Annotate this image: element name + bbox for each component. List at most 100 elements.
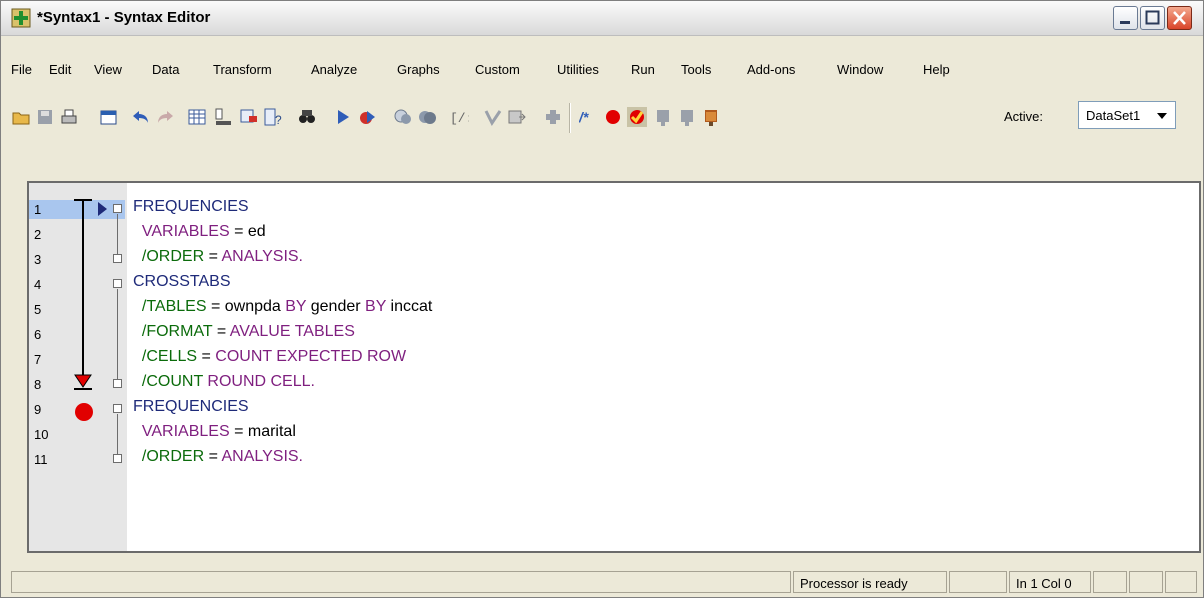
goto-variable-icon[interactable] (213, 107, 233, 127)
menu-run[interactable]: Run (631, 62, 655, 77)
cursor-position-cell: In 1 Col 0 (1009, 571, 1091, 593)
open-icon[interactable] (11, 107, 31, 127)
fold-toggle-icon[interactable] (113, 204, 122, 213)
code-token: ANALYSIS. (221, 248, 303, 265)
fold-guide (117, 414, 118, 454)
minimize-button[interactable] (1113, 6, 1138, 30)
code-line[interactable]: VARIABLES = ed (133, 223, 266, 241)
active-dataset-select[interactable]: DataSet1 (1078, 101, 1176, 129)
app-icon (11, 8, 31, 28)
breakpoint-icon[interactable] (603, 107, 623, 127)
chevron-down-icon[interactable] (1157, 113, 1167, 119)
toolbar-separator (569, 103, 571, 133)
line-number: 9 (34, 402, 42, 417)
add-icon[interactable] (543, 107, 563, 127)
line-number: 1 (34, 202, 42, 217)
close-button[interactable] (1167, 6, 1192, 30)
code-token: ROUND CELL. (207, 373, 315, 390)
run-selection-icon[interactable] (333, 107, 353, 127)
dialog-recall-icon[interactable] (99, 107, 119, 127)
menu-add-ons[interactable]: Add-ons (747, 62, 795, 77)
code-line[interactable]: FREQUENCIES (133, 198, 249, 216)
line-number: 10 (34, 427, 49, 442)
menu-file[interactable]: File (11, 62, 32, 77)
code-token: FREQUENCIES (133, 198, 249, 215)
code-line[interactable]: /FORMAT = AVALUE TABLES (133, 323, 355, 341)
step-over-icon[interactable] (677, 107, 697, 127)
processor-status: Processor is ready (800, 576, 908, 591)
processor-status-cell: Processor is ready (793, 571, 947, 593)
fold-toggle-icon[interactable] (113, 279, 122, 288)
code-token: gender (306, 298, 366, 315)
indent-icon[interactable]: [/: (449, 107, 469, 127)
code-token: CROSSTABS (133, 273, 231, 290)
code-token: = (204, 448, 222, 465)
menu-graphs[interactable]: Graphs (397, 62, 440, 77)
menu-custom[interactable]: Custom (475, 62, 520, 77)
syntax-editor-window: *Syntax1 - Syntax Editor File Edit View … (0, 0, 1204, 598)
status-message-cell (11, 571, 791, 593)
status-cell (1129, 571, 1163, 593)
fold-toggle-icon[interactable] (113, 404, 122, 413)
menu-window[interactable]: Window (837, 62, 883, 77)
comment-icon[interactable] (483, 107, 503, 127)
menu-transform[interactable]: Transform (213, 62, 272, 77)
status-cell (1093, 571, 1127, 593)
menu-data[interactable]: Data (152, 62, 179, 77)
redo-icon[interactable] (155, 107, 175, 127)
insert-case-icon[interactable] (239, 107, 259, 127)
continue-icon[interactable] (701, 107, 721, 127)
bookmark-icon[interactable] (393, 107, 413, 127)
bookmark-next-icon[interactable] (417, 107, 437, 127)
svg-text:[/:: [/: (450, 111, 469, 126)
breakpoint-marker[interactable] (75, 403, 93, 421)
uncomment-icon[interactable] (507, 107, 527, 127)
menu-edit[interactable]: Edit (49, 62, 71, 77)
step-icon[interactable] (653, 107, 673, 127)
code-line[interactable]: /COUNT ROUND CELL. (133, 373, 315, 391)
code-line[interactable]: CROSSTABS (133, 273, 231, 291)
print-icon[interactable] (59, 107, 79, 127)
code-token: /TABLES (133, 298, 207, 315)
syntax-editor[interactable]: 1 2 3 4 5 6 7 8 9 10 11 FREQUENCIES VARI… (27, 181, 1201, 553)
undo-icon[interactable] (131, 107, 151, 127)
fold-guide (117, 214, 118, 254)
maximize-button[interactable] (1140, 6, 1165, 30)
execution-range-arrow (74, 199, 92, 390)
code-token: VARIABLES (133, 423, 230, 440)
code-line[interactable]: /TABLES = ownpda BY gender BY inccat (133, 298, 432, 316)
minimize-icon (1120, 21, 1130, 24)
code-token: = ownpda (206, 298, 286, 315)
title-bar[interactable]: *Syntax1 - Syntax Editor (1, 1, 1203, 36)
svg-text:/*: /* (579, 109, 589, 125)
code-token: AVALUE TABLES (229, 323, 355, 340)
line-number: 11 (34, 452, 48, 467)
menu-utilities[interactable]: Utilities (557, 62, 599, 77)
menu-bar: File Edit View Data Transform Analyze Gr… (1, 57, 1203, 81)
active-dataset-label: Active: (1004, 109, 1044, 124)
code-line[interactable]: VARIABLES = marital (133, 423, 296, 441)
code-token: BY (365, 298, 387, 315)
menu-analyze[interactable]: Analyze (311, 62, 357, 77)
save-icon[interactable] (35, 107, 55, 127)
find-icon[interactable] (297, 107, 317, 127)
run-to-end-icon[interactable] (357, 107, 377, 127)
line-number: 8 (34, 377, 42, 392)
menu-tools[interactable]: Tools (681, 62, 711, 77)
code-area[interactable]: FREQUENCIES VARIABLES = ed /ORDER = ANAL… (133, 183, 1193, 551)
close-icon (1173, 11, 1186, 25)
goto-case-icon[interactable] (187, 107, 207, 127)
menu-help[interactable]: Help (923, 62, 950, 77)
toggle-breakpoint-icon[interactable] (627, 107, 647, 127)
code-line[interactable]: FREQUENCIES (133, 398, 249, 416)
editor-gutter[interactable]: 1 2 3 4 5 6 7 8 9 10 11 (29, 183, 127, 551)
code-line[interactable]: /ORDER = ANALYSIS. (133, 448, 303, 466)
code-line[interactable]: /CELLS = COUNT EXPECTED ROW (133, 348, 406, 366)
code-token: /ORDER (133, 248, 205, 265)
code-line[interactable]: /ORDER = ANALYSIS. (133, 248, 303, 266)
code-token: = (212, 323, 230, 340)
variable-info-icon[interactable]: ? (263, 107, 283, 127)
status-bar: Processor is ready In 1 Col 0 (11, 571, 1197, 595)
toggle-comment-icon[interactable]: /* (579, 107, 599, 127)
menu-view[interactable]: View (94, 62, 122, 77)
